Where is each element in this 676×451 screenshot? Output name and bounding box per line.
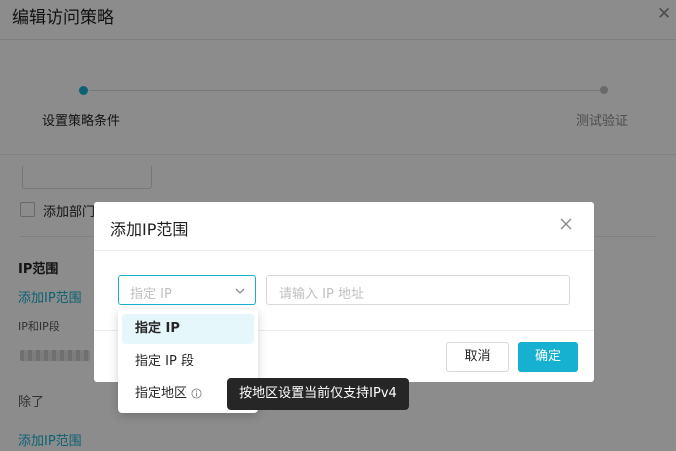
chevron-down-icon [235, 288, 245, 294]
ip-address-placeholder: 请输入 IP 地址 [279, 287, 364, 302]
modal-title: 添加IP范围 [110, 220, 189, 239]
close-icon[interactable] [556, 214, 576, 234]
info-icon[interactable] [191, 388, 202, 399]
ip-type-select-placeholder: 指定 IP [130, 287, 172, 302]
region-tooltip: 按地区设置当前仅支持IPv4 [227, 378, 409, 410]
ip-address-input[interactable]: 请输入 IP 地址 [266, 275, 570, 305]
modal-header-divider [94, 250, 594, 251]
ip-type-select[interactable]: 指定 IP [118, 275, 256, 305]
dropdown-option-label: 指定 IP 段 [135, 354, 194, 369]
dropdown-option-specific-ip[interactable]: 指定 IP [122, 314, 254, 344]
dropdown-option-ip-segment[interactable]: 指定 IP 段 [122, 347, 254, 377]
dropdown-option-label: 指定 IP [135, 321, 180, 336]
confirm-button[interactable]: 确定 [518, 342, 578, 372]
dropdown-option-label: 指定地区 [135, 386, 188, 401]
cancel-button[interactable]: 取消 [446, 342, 509, 372]
